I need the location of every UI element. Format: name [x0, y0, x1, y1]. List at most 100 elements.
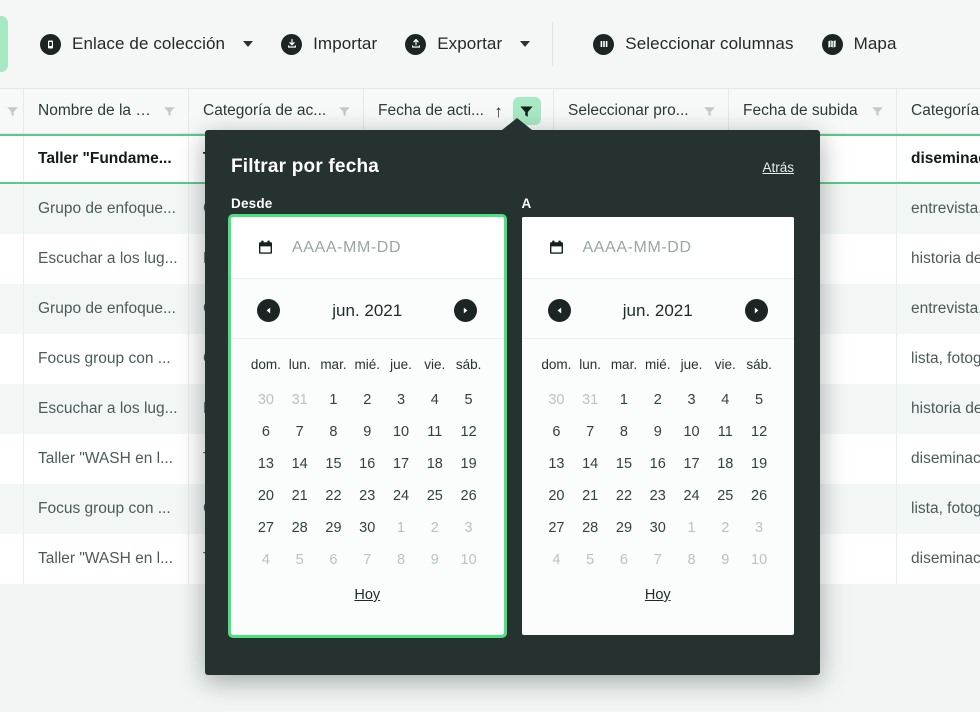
calendar-day-outside[interactable]: 30 [540, 384, 574, 416]
calendar-day[interactable]: 18 [708, 448, 742, 480]
calendar-day-outside[interactable]: 5 [283, 544, 317, 576]
calendar-day[interactable]: 4 [418, 384, 452, 416]
calendar-day[interactable]: 2 [641, 384, 675, 416]
calendar-day-outside[interactable]: 30 [249, 384, 283, 416]
calendar-day[interactable]: 26 [452, 480, 486, 512]
calendar-day[interactable]: 27 [540, 512, 574, 544]
table-header-cell-project[interactable]: Seleccionar pro... [554, 89, 729, 133]
sort-ascending-icon[interactable]: ↑ [494, 103, 503, 120]
calendar-day[interactable]: 28 [283, 512, 317, 544]
calendar-day[interactable]: 25 [708, 480, 742, 512]
calendar-day[interactable]: 25 [418, 480, 452, 512]
calendar-day-outside[interactable]: 3 [452, 512, 486, 544]
calendar-day-outside[interactable]: 1 [384, 512, 418, 544]
calendar-day[interactable]: 6 [249, 416, 283, 448]
left-accent-tab[interactable] [0, 16, 8, 72]
calendar-day[interactable]: 8 [317, 416, 351, 448]
toolbar-item-select-columns[interactable]: Seleccionar columnas [579, 0, 807, 88]
calendar-day[interactable]: 29 [317, 512, 351, 544]
calendar-day[interactable]: 9 [350, 416, 384, 448]
calendar-day-outside[interactable]: 31 [283, 384, 317, 416]
table-header-cell-name[interactable]: Nombre de la a... [24, 89, 189, 133]
from-date-input-row[interactable]: AAAA-MM-DD [231, 217, 504, 279]
calendar-day[interactable]: 5 [742, 384, 776, 416]
today-link[interactable]: Hoy [354, 587, 380, 603]
calendar-day[interactable]: 23 [350, 480, 384, 512]
filter-icon[interactable] [703, 105, 716, 118]
calendar-day[interactable]: 11 [708, 416, 742, 448]
calendar-day[interactable]: 18 [418, 448, 452, 480]
previous-month-button[interactable] [257, 299, 280, 322]
calendar-day-outside[interactable]: 3 [742, 512, 776, 544]
calendar-day-outside[interactable]: 1 [675, 512, 709, 544]
calendar-day[interactable]: 28 [573, 512, 607, 544]
calendar-day-outside[interactable]: 7 [641, 544, 675, 576]
chevron-down-icon[interactable] [243, 41, 254, 47]
calendar-day-outside[interactable]: 2 [708, 512, 742, 544]
calendar-day[interactable]: 30 [641, 512, 675, 544]
calendar-day-outside[interactable]: 9 [418, 544, 452, 576]
calendar-day[interactable]: 21 [573, 480, 607, 512]
calendar-day-outside[interactable]: 4 [249, 544, 283, 576]
calendar-day[interactable]: 9 [641, 416, 675, 448]
calendar-day[interactable]: 20 [249, 480, 283, 512]
calendar-day-outside[interactable]: 2 [418, 512, 452, 544]
to-date-input[interactable]: AAAA-MM-DD [583, 239, 692, 257]
calendar-day[interactable]: 13 [540, 448, 574, 480]
calendar-day[interactable]: 29 [607, 512, 641, 544]
calendar-day-outside[interactable]: 31 [573, 384, 607, 416]
calendar-day[interactable]: 2 [350, 384, 384, 416]
calendar-day[interactable]: 17 [675, 448, 709, 480]
previous-month-button[interactable] [547, 299, 571, 322]
calendar-day[interactable]: 14 [573, 448, 607, 480]
calendar-day[interactable]: 14 [283, 448, 317, 480]
calendar-day[interactable]: 1 [607, 384, 641, 416]
calendar-day[interactable]: 23 [641, 480, 675, 512]
calendar-day[interactable]: 11 [418, 416, 452, 448]
toolbar-item-map[interactable]: Mapa [808, 0, 911, 88]
calendar-day[interactable]: 15 [317, 448, 351, 480]
calendar-day[interactable]: 5 [452, 384, 486, 416]
calendar-day-outside[interactable]: 10 [742, 544, 776, 576]
calendar-day[interactable]: 19 [742, 448, 776, 480]
calendar-day[interactable]: 17 [384, 448, 418, 480]
calendar-day[interactable]: 7 [573, 416, 607, 448]
calendar-day[interactable]: 6 [540, 416, 574, 448]
toolbar-item-import[interactable]: Importar [267, 0, 391, 88]
from-date-input[interactable]: AAAA-MM-DD [292, 239, 401, 257]
calendar-day[interactable]: 12 [452, 416, 486, 448]
calendar-day-outside[interactable]: 10 [452, 544, 486, 576]
table-header-cell-categories[interactable]: Categorías d [897, 89, 980, 133]
calendar-day[interactable]: 27 [249, 512, 283, 544]
calendar-day[interactable]: 16 [641, 448, 675, 480]
filter-icon[interactable] [338, 105, 351, 118]
calendar-day[interactable]: 16 [350, 448, 384, 480]
filter-icon[interactable] [871, 105, 884, 118]
next-month-button[interactable] [744, 299, 768, 322]
calendar-day-outside[interactable]: 4 [540, 544, 574, 576]
calendar-day[interactable]: 30 [350, 512, 384, 544]
filter-icon[interactable] [6, 105, 19, 118]
chevron-down-icon[interactable] [520, 41, 531, 47]
calendar-day[interactable]: 4 [708, 384, 742, 416]
calendar-day[interactable]: 3 [384, 384, 418, 416]
table-header-cell-activity-category[interactable]: Categoría de ac... [189, 89, 364, 133]
calendar-day[interactable]: 22 [607, 480, 641, 512]
today-link[interactable]: Hoy [645, 587, 671, 603]
calendar-day-outside[interactable]: 8 [675, 544, 709, 576]
to-date-input-row[interactable]: AAAA-MM-DD [521, 217, 794, 279]
calendar-day-outside[interactable]: 9 [708, 544, 742, 576]
calendar-day-outside[interactable]: 6 [317, 544, 351, 576]
calendar-day[interactable]: 10 [675, 416, 709, 448]
filter-icon[interactable] [163, 105, 176, 118]
calendar-day[interactable]: 26 [742, 480, 776, 512]
calendar-day[interactable]: 8 [607, 416, 641, 448]
calendar-day[interactable]: 7 [283, 416, 317, 448]
calendar-day[interactable]: 3 [675, 384, 709, 416]
calendar-day[interactable]: 1 [317, 384, 351, 416]
toolbar-item-export[interactable]: Exportar [391, 0, 544, 88]
next-month-button[interactable] [454, 299, 478, 322]
toolbar-item-collection-link[interactable]: Enlace de colección [26, 0, 267, 88]
calendar-day-outside[interactable]: 6 [607, 544, 641, 576]
calendar-day[interactable]: 20 [540, 480, 574, 512]
